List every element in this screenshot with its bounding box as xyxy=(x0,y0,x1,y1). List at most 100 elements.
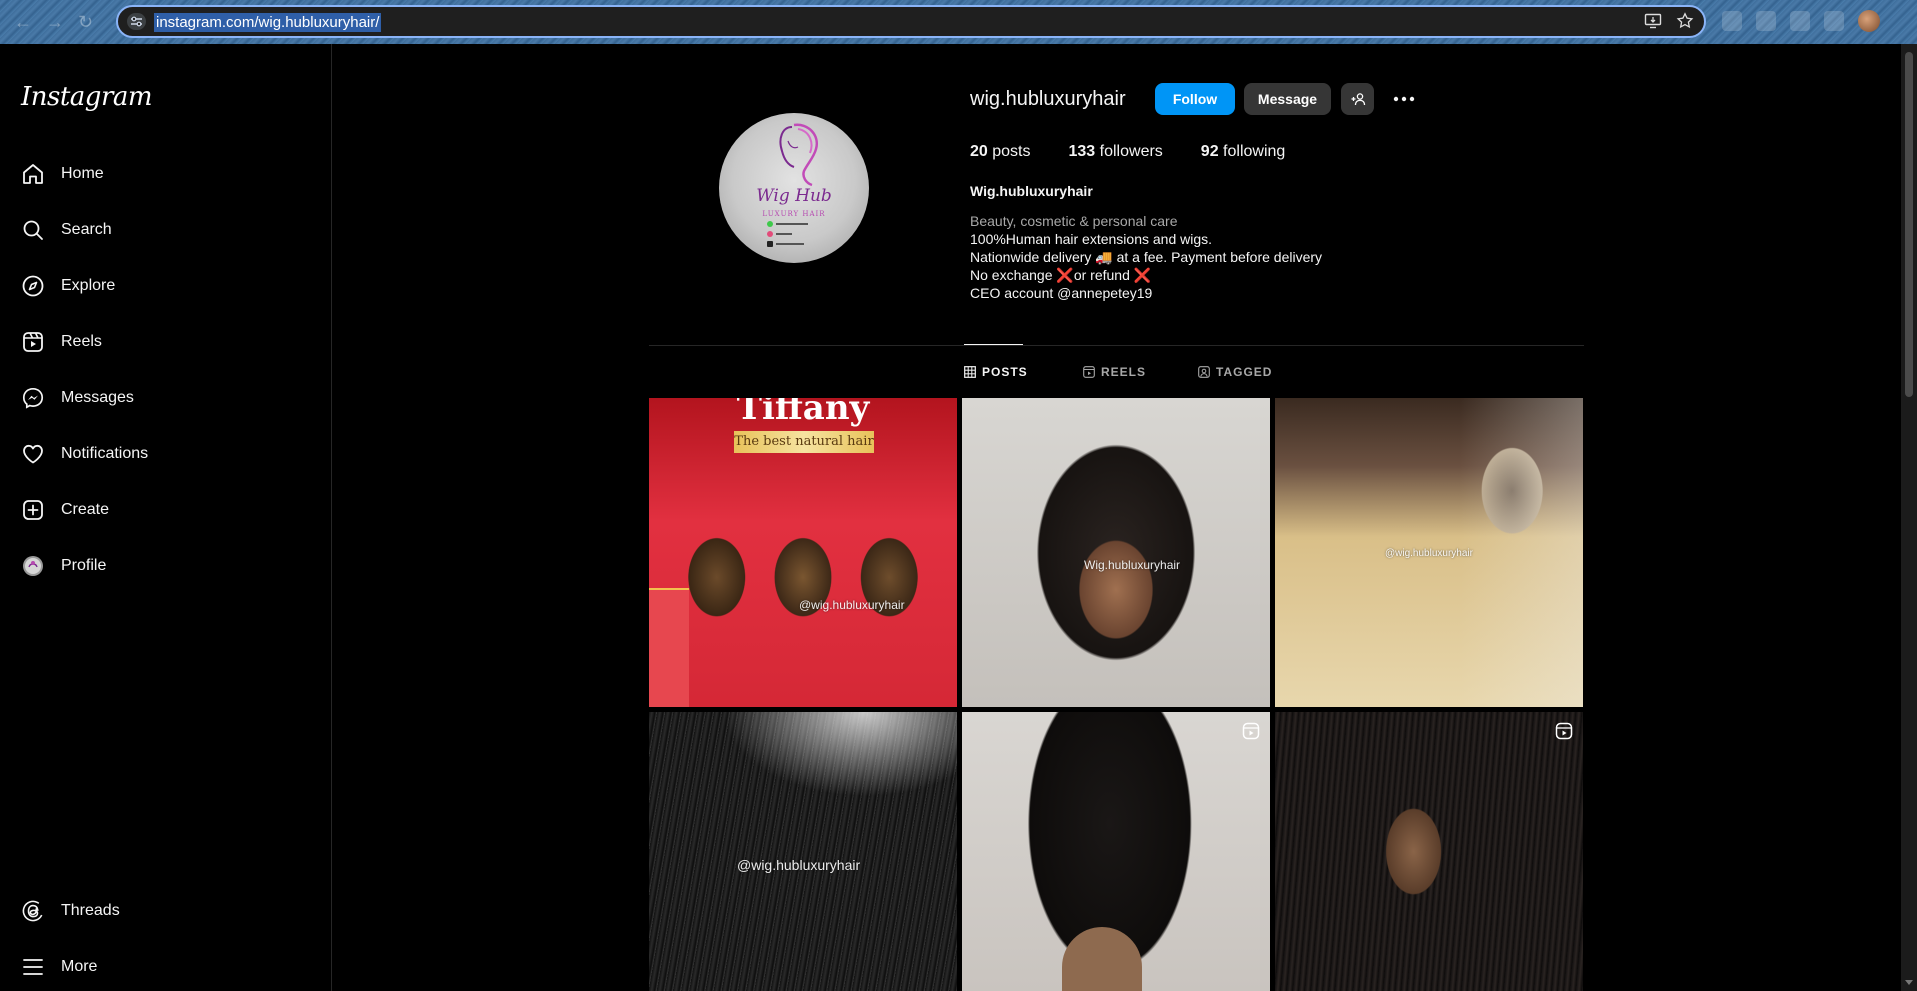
extension-icon[interactable] xyxy=(1722,11,1742,31)
whatsapp-icon xyxy=(767,221,773,227)
more-options-icon xyxy=(1393,96,1415,102)
address-bar[interactable]: instagram.com/wig.hubluxuryhair/ xyxy=(116,5,1706,38)
cross-mark-icon: ❌ xyxy=(1056,267,1074,283)
bio-line: Nationwide delivery 🚚 at a fee. Payment … xyxy=(970,249,1323,265)
sidebar-item-label: Messages xyxy=(61,389,134,406)
page-scrollbar[interactable] xyxy=(1901,44,1917,991)
sidebar-item-label: Create xyxy=(61,501,110,518)
post-watermark: @wig.hubluxuryhair xyxy=(737,857,861,873)
sidebar-item-explore[interactable]: Explore xyxy=(0,262,332,310)
sidebar-item-label: Profile xyxy=(61,557,107,574)
tagged-icon xyxy=(1198,366,1210,378)
reel-icon xyxy=(1242,722,1260,740)
sidebar-item-more[interactable]: More xyxy=(0,943,332,991)
sidebar-item-label: Home xyxy=(61,165,104,182)
compass-icon xyxy=(22,275,44,297)
profile-username: wig.hubluxuryhair xyxy=(970,88,1126,110)
followers-link[interactable]: 133 followers xyxy=(1069,143,1163,161)
browser-profile-avatar[interactable] xyxy=(1858,10,1880,32)
following-link[interactable]: 92 following xyxy=(1201,143,1286,161)
bio-line[interactable]: CEO account @annepetey19 xyxy=(970,285,1152,301)
home-icon xyxy=(23,164,43,184)
reload-icon[interactable]: ↻ xyxy=(78,12,93,33)
posts-count: 20 posts xyxy=(970,143,1031,160)
plus-square-icon xyxy=(23,500,43,520)
threads-icon xyxy=(22,900,44,922)
tab-posts[interactable]: POSTS xyxy=(964,365,1028,379)
tab-label: REELS xyxy=(1101,365,1147,379)
instagram-small-icon xyxy=(767,231,773,237)
instagram-logo[interactable]: Instagram xyxy=(21,82,153,112)
site-info-icon[interactable] xyxy=(127,13,146,30)
bookmark-star-icon[interactable] xyxy=(1676,12,1694,30)
messenger-icon xyxy=(22,387,44,409)
profile-avatar-icon xyxy=(23,556,43,576)
tab-reels[interactable]: REELS xyxy=(1083,365,1146,379)
sidebar-item-reels[interactable]: Reels xyxy=(0,318,332,366)
sidebar-item-notifications[interactable]: Notifications xyxy=(0,430,332,478)
post-thumbnail[interactable] xyxy=(1275,712,1583,991)
post-watermark: @wig.hubluxuryhair xyxy=(1385,548,1473,559)
sidebar-item-label: Notifications xyxy=(61,445,149,462)
sidebar-item-threads[interactable]: Threads xyxy=(0,887,332,935)
sidebar-item-label: Threads xyxy=(61,902,120,919)
url-text[interactable]: instagram.com/wig.hubluxuryhair/ xyxy=(154,13,382,32)
message-button[interactable]: Message xyxy=(1244,83,1331,115)
reels-icon xyxy=(23,332,43,352)
phone-icon xyxy=(767,241,773,247)
avatar-brand-name: Wig Hub xyxy=(756,186,832,206)
post-thumbnail[interactable]: Tiffany The best natural hair @wig.hublu… xyxy=(649,398,957,707)
active-tab-indicator xyxy=(964,344,1023,345)
avatar-brand-sub: LUXURY HAIR xyxy=(762,210,826,218)
post-thumbnail[interactable] xyxy=(962,712,1270,991)
reels-icon xyxy=(1083,366,1095,378)
back-arrow-icon[interactable]: ← xyxy=(14,12,32,33)
options-button[interactable] xyxy=(1390,86,1418,112)
sidebar-item-label: Reels xyxy=(61,333,102,350)
add-user-icon xyxy=(1351,93,1365,106)
extension-icon[interactable] xyxy=(1824,11,1844,31)
sidebar: Instagram Home Search Explore Reels Mess… xyxy=(0,44,332,991)
extension-icon[interactable] xyxy=(1756,11,1776,31)
suggested-users-button[interactable] xyxy=(1341,83,1374,115)
scrollbar-thumb[interactable] xyxy=(1905,52,1913,397)
post-thumbnail[interactable]: @wig.hubluxuryhair xyxy=(1275,398,1583,707)
search-icon xyxy=(23,220,43,240)
post-thumbnail[interactable]: @wig.hubluxuryhair xyxy=(649,712,957,991)
post-watermark: Wig.hubluxuryhair xyxy=(1084,558,1181,572)
install-app-icon[interactable] xyxy=(1644,12,1662,30)
post-banner-text: Tiffany xyxy=(736,398,870,428)
profile-avatar[interactable]: Wig Hub LUXURY HAIR xyxy=(719,113,869,263)
profile-category: Beauty, cosmetic & personal care xyxy=(970,213,1178,229)
heart-icon xyxy=(23,444,43,464)
post-watermark: @wig.hubluxuryhair xyxy=(799,598,905,612)
post-strip-text: The best natural hair xyxy=(734,434,874,449)
bio-line: No exchange ❌or refund ❌ xyxy=(970,267,1152,283)
sidebar-item-label: More xyxy=(61,958,98,975)
sidebar-item-search[interactable]: Search xyxy=(0,206,332,254)
tab-tagged[interactable]: TAGGED xyxy=(1198,365,1272,379)
grid-icon xyxy=(964,366,976,378)
hamburger-icon xyxy=(23,959,43,975)
scroll-down-arrow[interactable] xyxy=(1905,980,1913,985)
sidebar-item-create[interactable]: Create xyxy=(0,486,332,534)
sidebar-item-home[interactable]: Home xyxy=(0,150,332,198)
sidebar-item-profile[interactable]: Profile xyxy=(0,542,332,590)
woman-silhouette-logo xyxy=(779,123,819,187)
follow-button[interactable]: Follow xyxy=(1155,83,1235,115)
post-thumbnail[interactable]: Wig.hubluxuryhair xyxy=(962,398,1270,707)
browser-toolbar: ← → ↻ instagram.com/wig.hubluxuryhair/ xyxy=(0,0,1917,44)
tab-label: TAGGED xyxy=(1216,365,1273,379)
bio-line: 100%Human hair extensions and wigs. xyxy=(970,231,1213,247)
sidebar-item-messages[interactable]: Messages xyxy=(0,374,332,422)
sidebar-item-label: Search xyxy=(61,221,112,238)
sidebar-item-label: Explore xyxy=(61,277,116,294)
forward-arrow-icon[interactable]: → xyxy=(46,12,64,33)
tab-label: POSTS xyxy=(982,365,1028,379)
reel-icon xyxy=(1555,722,1573,740)
extension-icon[interactable] xyxy=(1790,11,1810,31)
tabs-divider xyxy=(649,345,1584,346)
profile-full-name: Wig.hubluxuryhair xyxy=(970,183,1093,199)
profile-stats: 20 posts 133 followers 92 following xyxy=(970,143,1323,161)
cross-mark-icon: ❌ xyxy=(1133,267,1152,283)
